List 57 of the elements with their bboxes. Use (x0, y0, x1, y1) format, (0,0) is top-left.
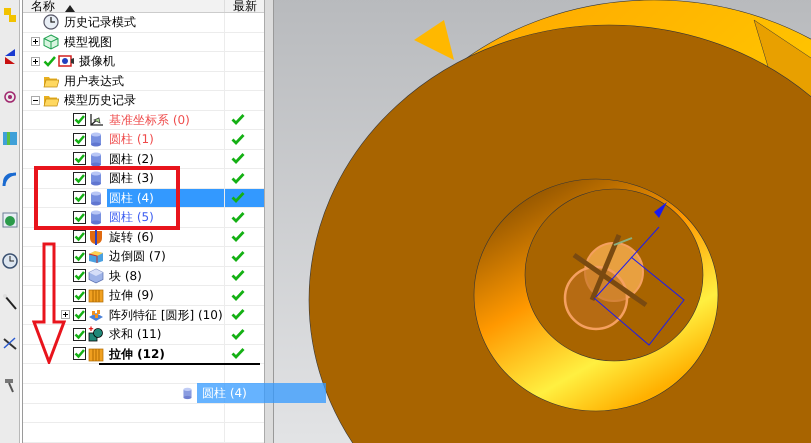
tree-item[interactable]: 模型视图 (62, 32, 114, 51)
cylinder-icon (181, 385, 194, 401)
tree-item[interactable]: 历史记录模式 (62, 13, 138, 32)
tree-item[interactable]: 基准坐标系 (0) (107, 110, 192, 129)
checkbox[interactable] (73, 152, 86, 166)
tree-item[interactable]: 拉伸 (9) (107, 286, 156, 304)
collapse-icon[interactable] (31, 96, 40, 105)
cube-outline-icon (43, 34, 59, 50)
checkbox[interactable] (73, 269, 86, 282)
tree-item[interactable]: 拉伸 (12) (107, 344, 167, 363)
tree-item[interactable]: 模型历史记录 (62, 91, 138, 110)
checkbox[interactable] (73, 250, 86, 263)
checkbox[interactable] (73, 172, 86, 185)
clock-icon[interactable] (0, 252, 18, 270)
camera-icon (58, 53, 74, 70)
tree-item[interactable]: 边倒圆 (7) (107, 247, 168, 266)
checkbox[interactable] (73, 230, 86, 244)
tree-item[interactable]: 圆柱 (5) (107, 208, 156, 226)
checkbox[interactable] (73, 308, 86, 322)
tree-item[interactable]: 圆柱 (1) (107, 130, 156, 148)
cube-icon (88, 268, 104, 284)
cylinder-icon (88, 170, 104, 186)
tree-item[interactable]: 圆柱 (3) (107, 169, 156, 188)
sort-arrow-icon (65, 5, 75, 12)
tree-item[interactable]: 旋转 (6) (107, 228, 156, 246)
expand-icon[interactable] (61, 310, 70, 320)
column-header[interactable]: 名称 (23, 0, 225, 12)
tree-item[interactable]: 求和 (11) (107, 325, 164, 344)
expand-icon[interactable] (31, 37, 40, 46)
cylinder-icon (88, 190, 104, 206)
tree-item[interactable]: 摄像机 (77, 52, 117, 70)
checkbox[interactable] (73, 191, 86, 204)
revolve-icon (88, 228, 104, 245)
box-icon (88, 248, 104, 264)
column-header[interactable]: 最新 (225, 0, 264, 12)
signal-arc-icon[interactable] (0, 170, 18, 188)
checkbox[interactable] (73, 328, 86, 341)
tree-item[interactable]: 用户表达式 (62, 72, 126, 90)
cylinder-icon (88, 150, 104, 167)
expand-icon[interactable] (31, 56, 40, 66)
axes-icon (88, 112, 104, 128)
checkbox[interactable] (73, 210, 86, 224)
tree-item[interactable]: 阵列特征 [圆形] (10) (107, 306, 225, 324)
extrude-icon (88, 287, 104, 304)
tree-item[interactable]: 块 (8) (107, 266, 144, 285)
shapes-icon (88, 326, 104, 342)
cylinder-icon (88, 131, 104, 148)
globe-icon[interactable] (0, 211, 18, 229)
cylinder-icon (88, 209, 104, 226)
wand-icon[interactable] (0, 293, 18, 311)
drag-label: 圆柱 (4) (197, 383, 326, 403)
checkbox[interactable] (73, 347, 86, 360)
checkbox[interactable] (73, 288, 86, 302)
tree-item[interactable]: 圆柱 (2) (107, 150, 156, 168)
checkbox[interactable] (73, 132, 86, 146)
checkbox[interactable] (73, 113, 86, 126)
extrude-icon (88, 346, 104, 362)
